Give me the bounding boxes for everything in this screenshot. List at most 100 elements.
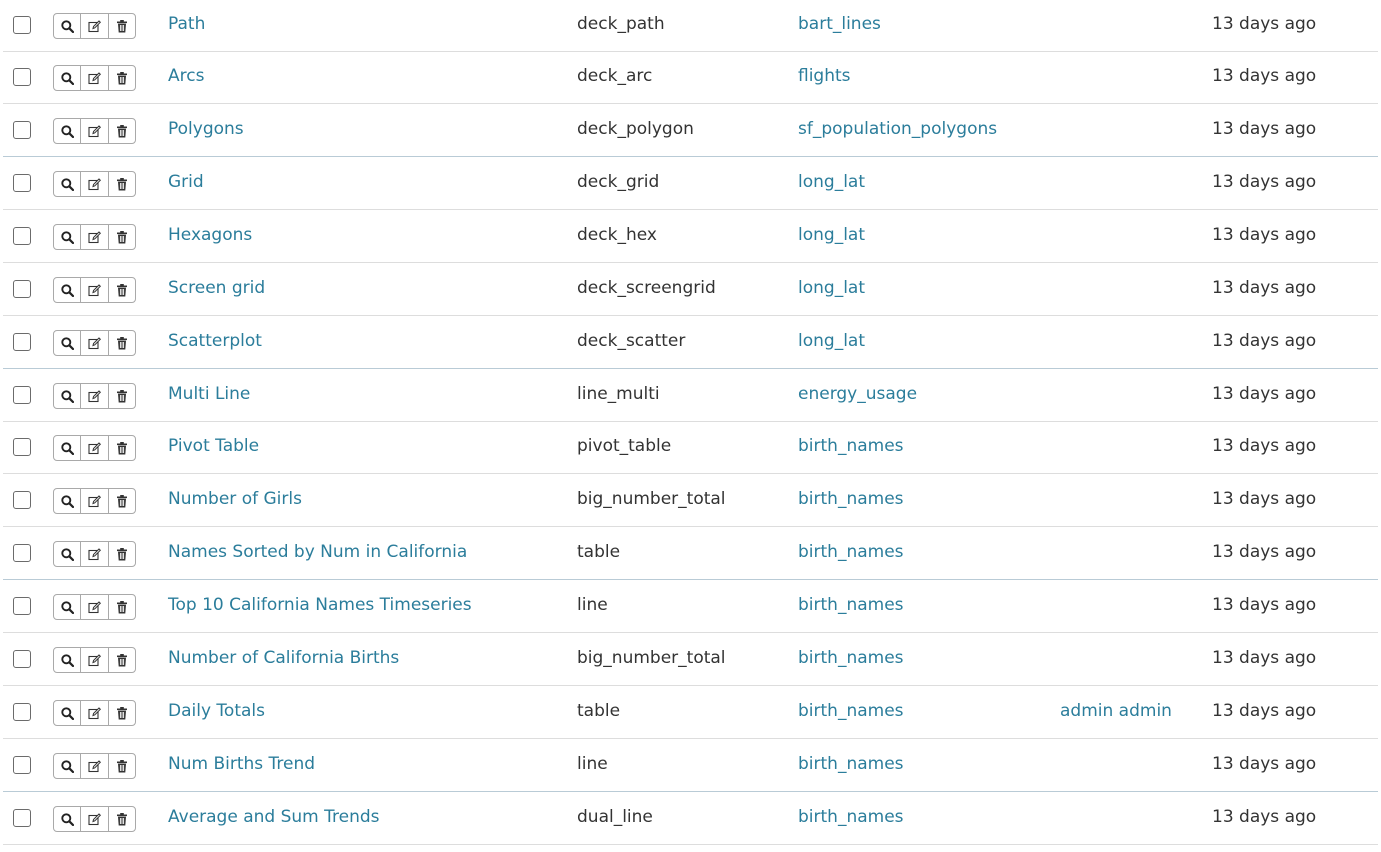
row-select-checkbox[interactable] bbox=[13, 809, 31, 827]
edit-button[interactable] bbox=[81, 172, 109, 196]
edit-button[interactable] bbox=[81, 119, 109, 143]
slice-name-link[interactable]: Screen grid bbox=[168, 264, 265, 315]
table-row: Number of Girls big_number_total birth_nam… bbox=[3, 475, 1378, 527]
delete-button[interactable] bbox=[109, 119, 135, 143]
delete-button[interactable] bbox=[109, 14, 135, 38]
row-select-checkbox[interactable] bbox=[13, 280, 31, 298]
slice-name-link[interactable]: Average and Sum Trends bbox=[168, 793, 380, 844]
show-button[interactable] bbox=[54, 436, 82, 460]
slice-name-link[interactable]: Top 10 California Names Timeseries bbox=[168, 581, 472, 632]
slice-name-link[interactable]: Number of California Births bbox=[168, 634, 399, 685]
delete-button[interactable] bbox=[109, 278, 135, 302]
show-button[interactable] bbox=[54, 754, 82, 778]
datasource-link[interactable]: long_lat bbox=[798, 211, 865, 262]
edit-button[interactable] bbox=[81, 66, 109, 90]
show-button[interactable] bbox=[54, 225, 82, 249]
row-select-checkbox[interactable] bbox=[13, 386, 31, 404]
delete-button[interactable] bbox=[109, 384, 135, 408]
slice-name-link[interactable]: Arcs bbox=[168, 52, 204, 103]
datasource-link[interactable]: sf_population_polygons bbox=[798, 105, 997, 156]
edit-button[interactable] bbox=[81, 648, 109, 672]
slice-name-link[interactable]: Multi Line bbox=[168, 370, 250, 421]
edit-button[interactable] bbox=[81, 542, 109, 566]
row-select-checkbox[interactable] bbox=[13, 491, 31, 509]
slice-name-link[interactable]: Grid bbox=[168, 158, 204, 209]
delete-button[interactable] bbox=[109, 66, 135, 90]
datasource-link[interactable]: birth_names bbox=[798, 634, 904, 685]
trash-icon bbox=[116, 389, 128, 403]
delete-button[interactable] bbox=[109, 225, 135, 249]
slice-name-link[interactable]: Names Sorted by Num in California bbox=[168, 528, 467, 579]
show-button[interactable] bbox=[54, 66, 82, 90]
datasource-link[interactable]: flights bbox=[798, 52, 851, 103]
slice-name-link[interactable]: Path bbox=[168, 0, 205, 51]
delete-button[interactable] bbox=[109, 436, 135, 460]
show-button[interactable] bbox=[54, 172, 82, 196]
row-select-checkbox[interactable] bbox=[13, 703, 31, 721]
delete-button[interactable] bbox=[109, 595, 135, 619]
delete-button[interactable] bbox=[109, 172, 135, 196]
delete-button[interactable] bbox=[109, 331, 135, 355]
creator-link[interactable]: admin admin bbox=[1060, 687, 1172, 738]
slice-name-link[interactable]: Pivot Table bbox=[168, 422, 259, 473]
row-select-checkbox[interactable] bbox=[13, 650, 31, 668]
edit-button[interactable] bbox=[81, 278, 109, 302]
slice-name-link[interactable]: Daily Totals bbox=[168, 687, 265, 738]
datasource-link[interactable]: long_lat bbox=[798, 158, 865, 209]
row-select-checkbox[interactable] bbox=[13, 121, 31, 139]
slice-name-link[interactable]: Hexagons bbox=[168, 211, 252, 262]
datasource-link[interactable]: bart_lines bbox=[798, 0, 881, 51]
show-button[interactable] bbox=[54, 278, 82, 302]
show-button[interactable] bbox=[54, 701, 82, 725]
row-select-checkbox[interactable] bbox=[13, 68, 31, 86]
delete-button[interactable] bbox=[109, 754, 135, 778]
edit-button[interactable] bbox=[81, 807, 109, 831]
datasource-link[interactable]: birth_names bbox=[798, 422, 904, 473]
show-button[interactable] bbox=[54, 807, 82, 831]
show-button[interactable] bbox=[54, 542, 82, 566]
row-select-checkbox[interactable] bbox=[13, 438, 31, 456]
show-button[interactable] bbox=[54, 384, 82, 408]
datasource-link[interactable]: long_lat bbox=[798, 264, 865, 315]
row-select-checkbox[interactable] bbox=[13, 333, 31, 351]
show-button[interactable] bbox=[54, 331, 82, 355]
datasource-link[interactable]: birth_names bbox=[798, 793, 904, 844]
datasource-link[interactable]: energy_usage bbox=[798, 370, 917, 421]
table-row: Polygons deck_polygon sf_population_polygo… bbox=[3, 105, 1378, 157]
row-select-checkbox[interactable] bbox=[13, 597, 31, 615]
datasource-link[interactable]: birth_names bbox=[798, 475, 904, 526]
edit-button[interactable] bbox=[81, 701, 109, 725]
datasource-link[interactable]: birth_names bbox=[798, 687, 904, 738]
edit-button[interactable] bbox=[81, 331, 109, 355]
edit-button[interactable] bbox=[81, 225, 109, 249]
show-button[interactable] bbox=[54, 648, 82, 672]
datasource-link[interactable]: birth_names bbox=[798, 528, 904, 579]
edit-button[interactable] bbox=[81, 754, 109, 778]
slice-name-link[interactable]: Number of Girls bbox=[168, 475, 302, 526]
row-select-checkbox[interactable] bbox=[13, 544, 31, 562]
slice-name-link[interactable]: Polygons bbox=[168, 105, 244, 156]
edit-button[interactable] bbox=[81, 384, 109, 408]
delete-button[interactable] bbox=[109, 542, 135, 566]
slice-name-link[interactable]: Num Births Trend bbox=[168, 740, 315, 791]
edit-button[interactable] bbox=[81, 14, 109, 38]
row-select-checkbox[interactable] bbox=[13, 756, 31, 774]
edit-button[interactable] bbox=[81, 595, 109, 619]
edit-button[interactable] bbox=[81, 489, 109, 513]
show-button[interactable] bbox=[54, 489, 82, 513]
edit-button[interactable] bbox=[81, 436, 109, 460]
delete-button[interactable] bbox=[109, 489, 135, 513]
row-select-checkbox[interactable] bbox=[13, 16, 31, 34]
show-button[interactable] bbox=[54, 14, 82, 38]
row-select-checkbox[interactable] bbox=[13, 227, 31, 245]
delete-button[interactable] bbox=[109, 648, 135, 672]
row-select-checkbox[interactable] bbox=[13, 174, 31, 192]
slice-name-link[interactable]: Scatterplot bbox=[168, 317, 262, 368]
show-button[interactable] bbox=[54, 119, 82, 143]
delete-button[interactable] bbox=[109, 807, 135, 831]
datasource-link[interactable]: birth_names bbox=[798, 581, 904, 632]
datasource-link[interactable]: long_lat bbox=[798, 317, 865, 368]
delete-button[interactable] bbox=[109, 701, 135, 725]
datasource-link[interactable]: birth_names bbox=[798, 740, 904, 791]
show-button[interactable] bbox=[54, 595, 82, 619]
